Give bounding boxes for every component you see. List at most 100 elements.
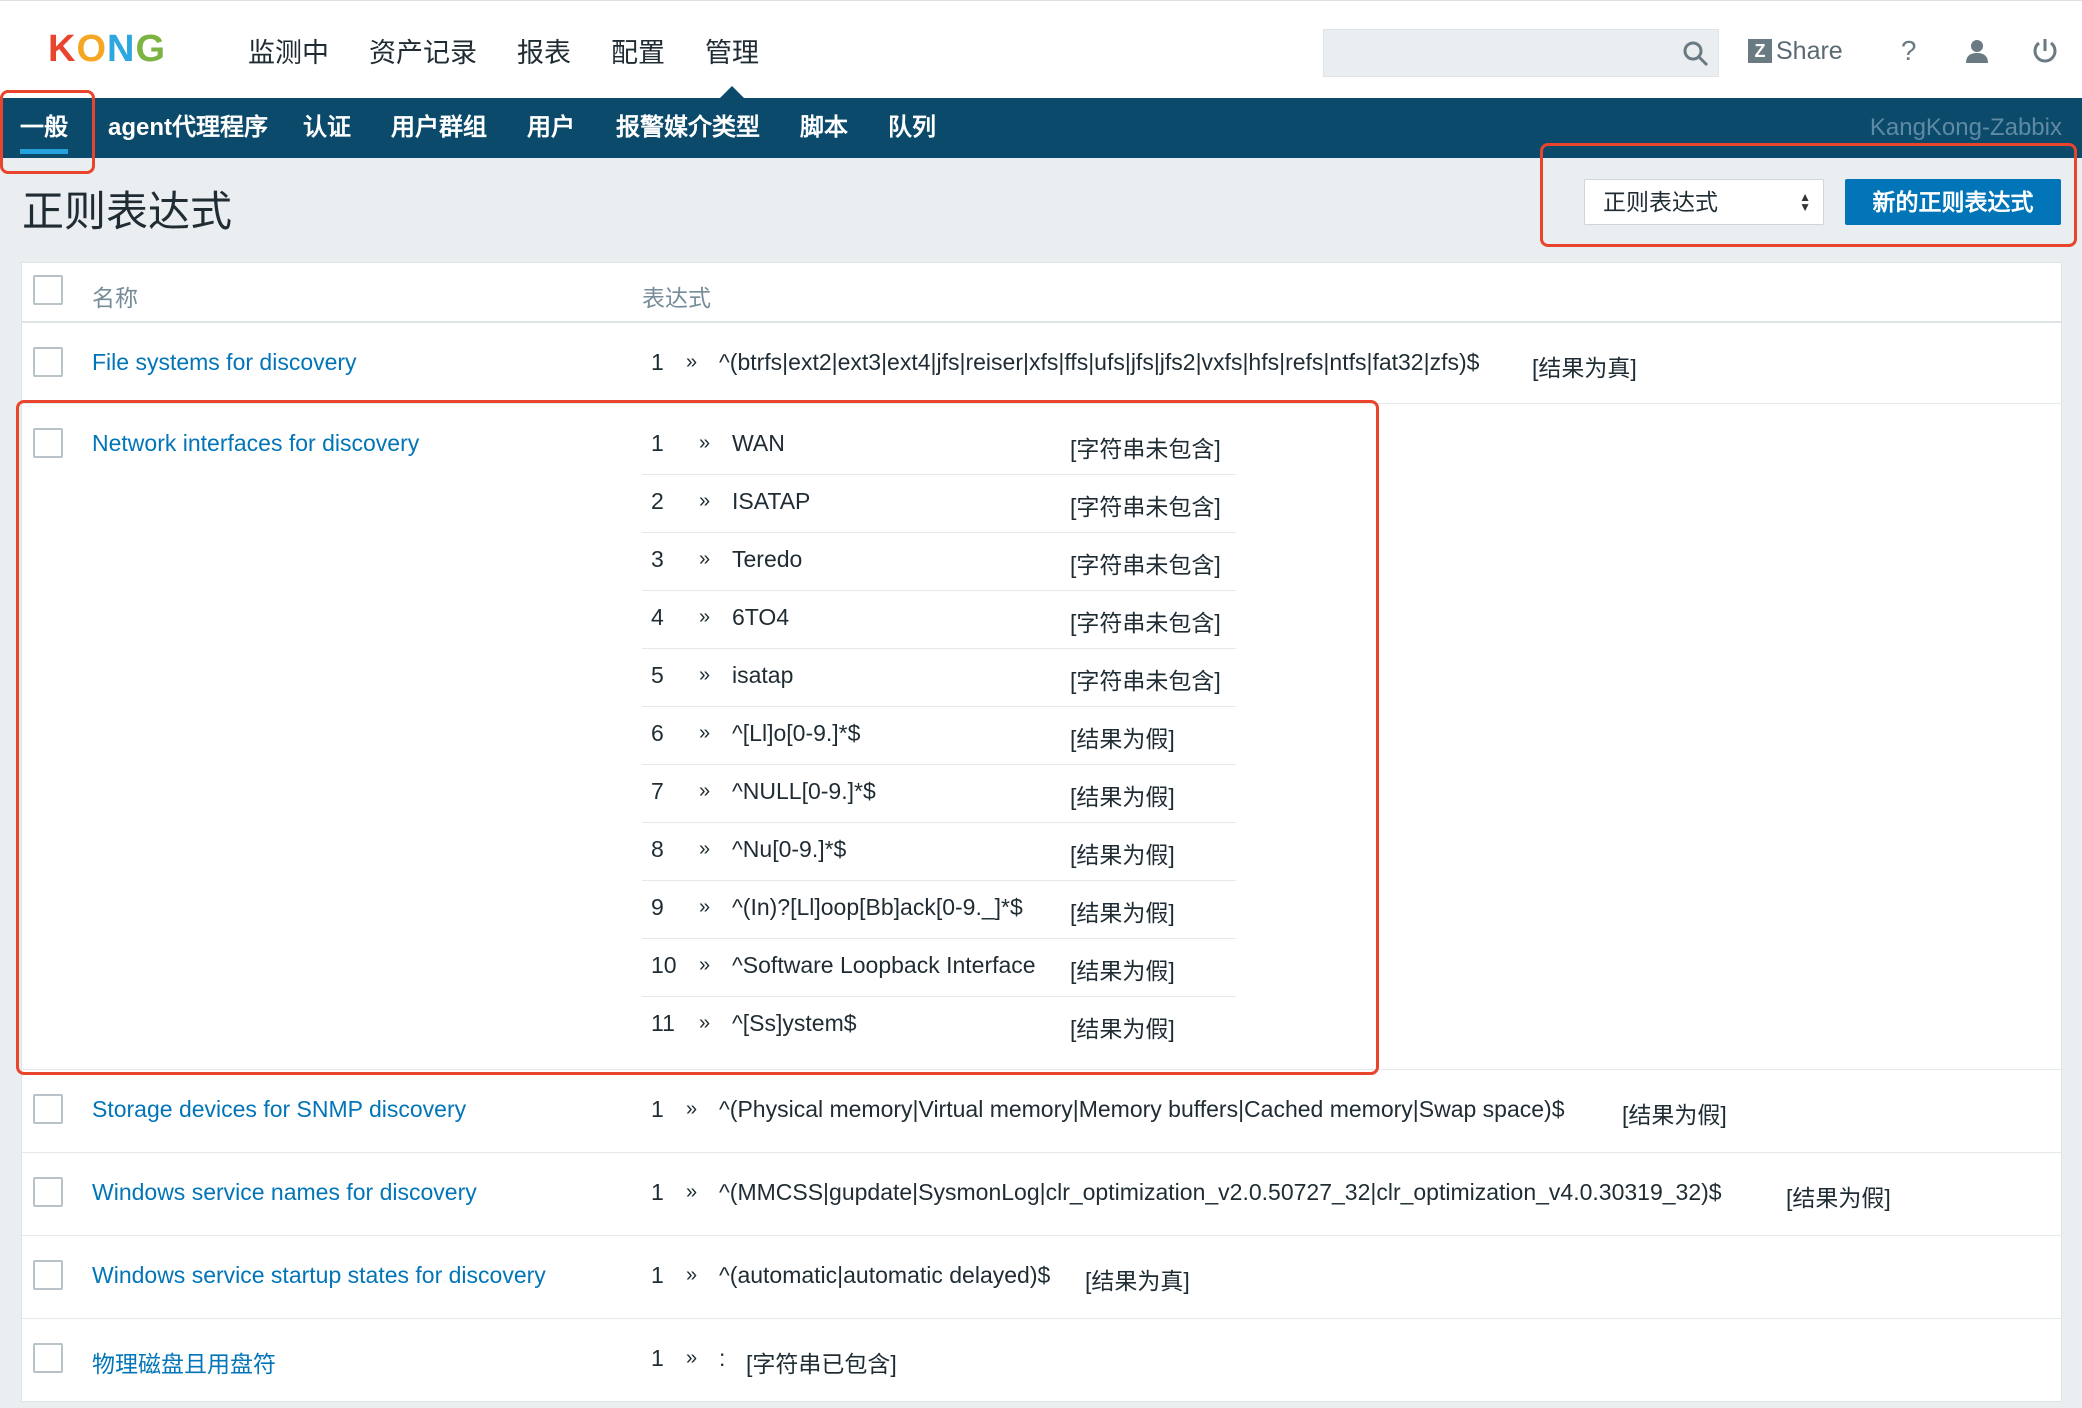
expression-divider xyxy=(642,648,1236,649)
expression-separator: » xyxy=(686,1264,698,1286)
server-brand-name: KangKong-Zabbix xyxy=(1869,114,2062,141)
regex-name-link[interactable]: Windows service names for discovery xyxy=(92,1179,477,1206)
sub-nav-queue[interactable]: 队列 xyxy=(888,98,936,158)
expression-text: ^(automatic|automatic delayed)$ xyxy=(719,1262,1051,1288)
help-icon[interactable]: ? xyxy=(1887,29,1931,73)
table-row: File systems for discovery 1 » ^(btrfs|e… xyxy=(22,323,2061,404)
main-nav-inventory[interactable]: 资产记录 xyxy=(369,31,477,70)
regex-name-link[interactable]: Network interfaces for discovery xyxy=(92,430,419,457)
expression-number: 1 xyxy=(651,1179,664,1205)
main-nav-administration-label: 管理 xyxy=(705,37,759,68)
logout-icon[interactable] xyxy=(2023,29,2067,73)
expression-text: ^(btrfs|ext2|ext3|ext4|jfs|reiser|xfs|ff… xyxy=(719,349,1480,375)
expression-text: Teredo xyxy=(732,546,803,572)
share-button[interactable]: Z Share xyxy=(1748,37,1843,66)
expression-number: 3 xyxy=(651,546,664,572)
expression-text: ^Nu[0-9.]*$ xyxy=(732,836,847,862)
view-select[interactable]: 正则表达式 ▲ ▼ xyxy=(1584,179,1824,225)
table-row: Windows service names for discovery 1 » … xyxy=(22,1153,2061,1236)
sub-nav-media-types[interactable]: 报警媒介类型 xyxy=(616,98,760,158)
logo-letter-o: O xyxy=(76,27,108,70)
select-all-checkbox[interactable] xyxy=(33,275,63,305)
main-nav-configuration[interactable]: 配置 xyxy=(611,31,665,70)
expression-text: ^(Physical memory|Virtual memory|Memory … xyxy=(719,1096,1565,1122)
main-nav-monitoring[interactable]: 监测中 xyxy=(248,31,329,70)
expression-result: [结果为假] xyxy=(1070,958,1175,984)
column-header-expression: 表达式 xyxy=(642,285,711,311)
expression-text: ^[Ss]ystem$ xyxy=(732,1010,857,1036)
expression-divider xyxy=(642,880,1236,881)
row-checkbox[interactable] xyxy=(33,347,63,377)
expression-text: : xyxy=(719,1345,726,1371)
user-profile-icon[interactable] xyxy=(1955,29,1999,73)
regex-name-link[interactable]: File systems for discovery xyxy=(92,349,357,376)
expression-text: 6TO4 xyxy=(732,604,790,630)
main-nav-reports[interactable]: 报表 xyxy=(517,31,571,70)
new-regex-button[interactable]: 新的正则表达式 xyxy=(1845,179,2061,225)
expression-result: [字符串未包含] xyxy=(1070,436,1221,462)
expression-result: [字符串未包含] xyxy=(1070,610,1221,636)
row-checkbox[interactable] xyxy=(33,428,63,458)
select-arrows-icon: ▲ ▼ xyxy=(1799,190,1811,214)
regex-name-link[interactable]: 物理磁盘且用盘符 xyxy=(92,1345,276,1379)
expression-result: [结果为假] xyxy=(1070,726,1175,752)
sub-nav-general[interactable]: 一般 xyxy=(20,98,68,158)
row-checkbox[interactable] xyxy=(33,1177,63,1207)
expression-divider xyxy=(642,764,1236,765)
expression-number: 1 xyxy=(651,1262,664,1288)
expression-result: [结果为假] xyxy=(1786,1185,1891,1211)
table-row: 物理磁盘且用盘符 1 » : [字符串已包含] xyxy=(22,1319,2061,1401)
expression-divider xyxy=(642,706,1236,707)
logo-letter-n: N xyxy=(107,27,136,70)
sub-nav-authentication[interactable]: 认证 xyxy=(303,98,351,158)
expression-divider xyxy=(642,532,1236,533)
expression-result: [结果为假] xyxy=(1070,784,1175,810)
row-checkbox[interactable] xyxy=(33,1260,63,1290)
expression-text: ^[Ll]o[0-9.]*$ xyxy=(732,720,861,746)
expression-text: ISATAP xyxy=(732,488,811,514)
row-checkbox[interactable] xyxy=(33,1343,63,1373)
expression-divider xyxy=(642,474,1236,475)
main-nav-administration[interactable]: 管理 xyxy=(705,31,759,100)
expression-separator: » xyxy=(699,548,711,570)
expression-divider xyxy=(642,822,1236,823)
expression-separator: » xyxy=(699,606,711,628)
sub-nav-scripts[interactable]: 脚本 xyxy=(800,98,848,158)
top-bar: K O N G 监测中 资产记录 报表 配置 管理 Z Share ? xyxy=(0,0,2082,100)
expression-separator: » xyxy=(699,1012,711,1034)
expression-text: ^Software Loopback Interface xyxy=(732,952,1036,978)
regex-name-link[interactable]: Storage devices for SNMP discovery xyxy=(92,1096,466,1123)
search-input[interactable] xyxy=(1323,29,1719,77)
regex-name-link[interactable]: Windows service startup states for disco… xyxy=(92,1262,546,1289)
search-icon[interactable] xyxy=(1676,34,1716,74)
sub-nav-users[interactable]: 用户 xyxy=(527,98,575,158)
expression-result: [结果为假] xyxy=(1070,900,1175,926)
page-title: 正则表达式 xyxy=(22,188,233,235)
sub-nav-agent-proxies[interactable]: agent代理程序 xyxy=(108,98,268,158)
expression-result: [字符串未包含] xyxy=(1070,668,1221,694)
logo-letter-k: K xyxy=(48,27,77,70)
expression-number: 7 xyxy=(651,778,664,804)
expression-text: WAN xyxy=(732,430,785,456)
sub-nav-user-groups[interactable]: 用户群组 xyxy=(391,98,487,158)
expression-number: 5 xyxy=(651,662,664,688)
logo[interactable]: K O N G xyxy=(48,27,166,71)
expression-number: 1 xyxy=(651,430,664,456)
expression-text: isatap xyxy=(732,662,794,688)
column-header-name[interactable]: 名称 xyxy=(92,279,138,313)
expression-number: 10 xyxy=(651,952,677,978)
expression-result: [结果为假] xyxy=(1622,1102,1727,1128)
expression-number: 4 xyxy=(651,604,664,630)
expression-separator: » xyxy=(699,432,711,454)
regex-table: 名称 表达式 File systems for discovery 1 » ^(… xyxy=(21,262,2062,1402)
expression-number: 1 xyxy=(651,349,664,375)
header-actions: Z Share ? xyxy=(1748,27,2082,75)
expression-separator: » xyxy=(686,1181,698,1203)
expression-result: [字符串未包含] xyxy=(1070,552,1221,578)
row-checkbox[interactable] xyxy=(33,1094,63,1124)
zabbix-share-icon: Z xyxy=(1748,39,1772,63)
expression-separator: » xyxy=(686,1347,698,1369)
expression-result: [结果为真] xyxy=(1085,1268,1190,1294)
expression-number: 1 xyxy=(651,1345,664,1371)
share-label: Share xyxy=(1776,36,1843,65)
